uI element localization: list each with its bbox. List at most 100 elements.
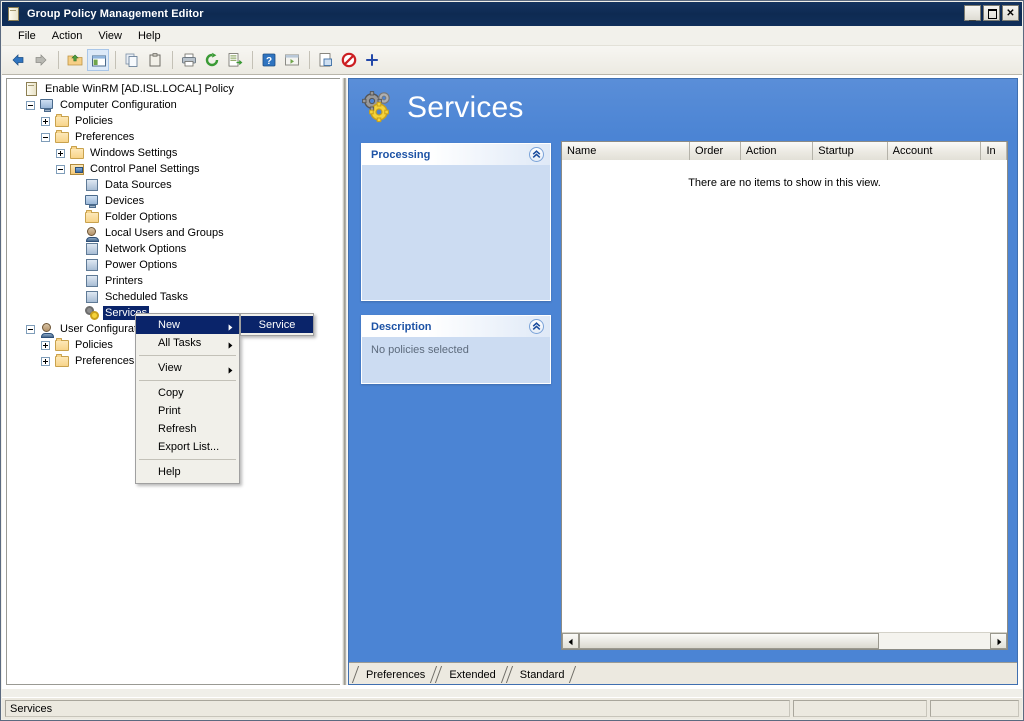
tree-node-control-panel-settings[interactable]: Control Panel Settings (7, 161, 340, 177)
tree-node-policies[interactable]: Policies (7, 113, 340, 129)
scroll-left-icon[interactable] (562, 633, 579, 649)
help-icon[interactable]: ? (258, 49, 280, 71)
tree-node-computer-configuration[interactable]: Computer Configuration (7, 97, 340, 113)
context-menu-item-help[interactable]: Help (136, 463, 239, 481)
folder-icon (54, 353, 70, 369)
context-menu-item-view[interactable]: View (136, 359, 239, 377)
tree-expander-collapse-icon[interactable] (41, 133, 50, 142)
list-column-label: Account (893, 145, 933, 157)
close-button[interactable]: ✕ (1002, 5, 1019, 21)
context-menu-item-label: Refresh (158, 423, 197, 435)
list-column-header-name[interactable]: Name (562, 142, 690, 160)
context-menu-item-print[interactable]: Print (136, 402, 239, 420)
tree-node-printers[interactable]: Printers (7, 273, 340, 289)
services-list-view[interactable]: NameOrderActionStartupAccountIn There ar… (561, 141, 1008, 650)
context-menu-separator (139, 459, 236, 460)
context-menu-item-copy[interactable]: Copy (136, 384, 239, 402)
tab-preferences[interactable]: Preferences (353, 665, 436, 684)
tree-node-local-users-and-groups[interactable]: Local Users and Groups (7, 225, 340, 241)
maximize-button[interactable] (983, 5, 1000, 21)
menu-bar: File Action View Help (2, 26, 1022, 46)
info-cards: Processing Description (361, 143, 551, 650)
tab-extended[interactable]: Extended (436, 665, 506, 684)
scrollbar-track[interactable] (579, 633, 990, 649)
show-action-pane-icon[interactable] (281, 49, 303, 71)
tree-node-label: Enable WinRM [AD.ISL.LOCAL] Policy (43, 82, 236, 96)
processing-card-header[interactable]: Processing (362, 144, 550, 165)
tree-node-data-sources[interactable]: Data Sources (7, 177, 340, 193)
tab-label: Standard (520, 669, 565, 681)
scroll-right-icon[interactable] (990, 633, 1007, 649)
menu-file[interactable]: File (10, 28, 44, 44)
tree-expander-expand-icon[interactable] (41, 117, 50, 126)
delete-icon[interactable] (338, 49, 360, 71)
tree-expander-collapse-icon[interactable] (26, 325, 35, 334)
export-list-icon[interactable] (224, 49, 246, 71)
toolbar: ? (2, 46, 1022, 75)
tree-node-windows-settings[interactable]: Windows Settings (7, 145, 340, 161)
back-icon[interactable] (7, 49, 29, 71)
context-menu-item-export-list[interactable]: Export List... (136, 438, 239, 456)
tree-node-scheduled-tasks[interactable]: Scheduled Tasks (7, 289, 340, 305)
window-title: Group Policy Management Editor (27, 8, 204, 20)
context-menu-item-new[interactable]: New (136, 316, 239, 334)
tree-node-label: Data Sources (103, 178, 174, 192)
context-menu-item-label: View (158, 362, 182, 374)
tab-standard[interactable]: Standard (507, 665, 576, 684)
folder-icon (54, 129, 70, 145)
menu-help[interactable]: Help (130, 28, 169, 44)
tree-expander-expand-icon[interactable] (41, 357, 50, 366)
list-column-header-startup[interactable]: Startup (813, 142, 887, 160)
folder-icon (54, 113, 70, 129)
services-gears-large-icon (359, 90, 399, 126)
new-item-icon[interactable] (361, 49, 383, 71)
list-column-header-order[interactable]: Order (690, 142, 741, 160)
minimize-button[interactable]: _ (964, 5, 981, 21)
context-menu-item-all-tasks[interactable]: All Tasks (136, 334, 239, 352)
refresh-icon[interactable] (201, 49, 223, 71)
tree-expander-collapse-icon[interactable] (26, 101, 35, 110)
services-gears-icon (84, 305, 100, 321)
submenu-item-service[interactable]: Service (241, 316, 313, 333)
policy-scroll-icon (24, 81, 40, 97)
control-panel-icon (69, 161, 85, 177)
tree-expander-collapse-icon[interactable] (56, 165, 65, 174)
list-column-label: In (986, 145, 995, 157)
context-menu-item-refresh[interactable]: Refresh (136, 420, 239, 438)
tree-expander-expand-icon[interactable] (56, 149, 65, 158)
chevron-up-icon[interactable] (529, 319, 544, 334)
tree-node-preferences[interactable]: Preferences (7, 129, 340, 145)
up-folder-icon[interactable] (64, 49, 86, 71)
status-panel-secondary (793, 700, 927, 717)
scrollbar-thumb[interactable] (579, 633, 879, 649)
tree-node-network-options[interactable]: Network Options (7, 241, 340, 257)
paste-icon[interactable] (144, 49, 166, 71)
chevron-up-icon[interactable] (529, 147, 544, 162)
tree-node-enable-winrm-ad-isl-local-policy[interactable]: Enable WinRM [AD.ISL.LOCAL] Policy (7, 81, 340, 97)
list-column-header-account[interactable]: Account (888, 142, 982, 160)
tree-node-folder-options[interactable]: Folder Options (7, 209, 340, 225)
tree-node-devices[interactable]: Devices (7, 193, 340, 209)
description-card-header[interactable]: Description (362, 316, 550, 337)
toolbar-separator (309, 51, 310, 69)
tree-node-power-options[interactable]: Power Options (7, 257, 340, 273)
description-card-text: No policies selected (371, 344, 469, 356)
menu-action[interactable]: Action (44, 28, 91, 44)
print-icon[interactable] (178, 49, 200, 71)
pane-splitter[interactable] (340, 78, 348, 685)
tree-expander-expand-icon[interactable] (41, 341, 50, 350)
copy-icon[interactable] (121, 49, 143, 71)
scheduled-tasks-icon (84, 289, 100, 305)
menu-view[interactable]: View (90, 28, 130, 44)
list-column-header-in[interactable]: In (981, 142, 1007, 160)
description-card-body: No policies selected (362, 337, 550, 383)
list-view-horizontal-scrollbar[interactable] (562, 632, 1007, 649)
forward-icon[interactable] (30, 49, 52, 71)
devices-icon (84, 193, 100, 209)
list-column-header-action[interactable]: Action (741, 142, 813, 160)
new-window-icon[interactable] (315, 49, 337, 71)
tree-node-label: Windows Settings (88, 146, 179, 160)
context-menu-separator (139, 380, 236, 381)
context-menu-item-label: Export List... (158, 441, 219, 453)
show-hide-console-tree-icon[interactable] (87, 49, 109, 71)
